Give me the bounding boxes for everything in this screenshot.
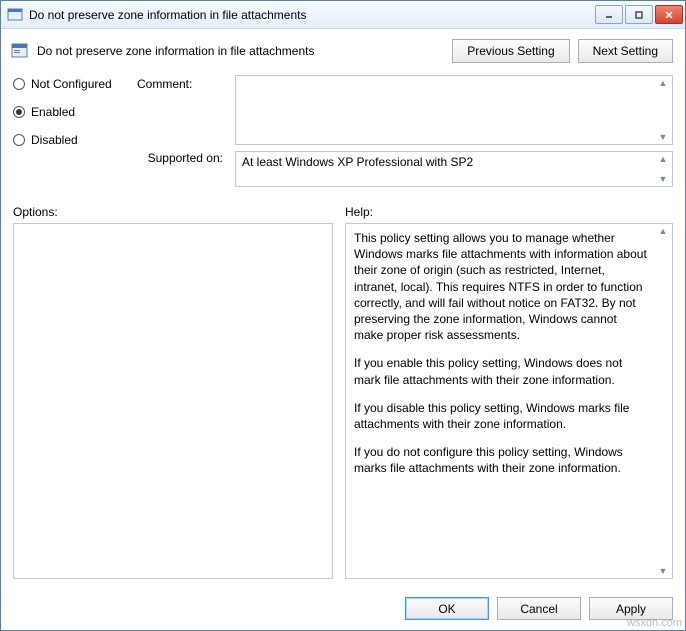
help-paragraph: If you disable this policy setting, Wind… <box>354 400 648 432</box>
maximize-button[interactable] <box>625 5 653 24</box>
policy-icon <box>7 7 23 23</box>
radio-label: Disabled <box>31 133 78 147</box>
scrollbar[interactable]: ▲ ▼ <box>654 76 672 144</box>
next-setting-button[interactable]: Next Setting <box>578 39 673 63</box>
header-row: Do not preserve zone information in file… <box>1 29 685 71</box>
apply-button[interactable]: Apply <box>589 597 673 620</box>
comment-label: Comment: <box>137 75 229 91</box>
main-panes: This policy setting allows you to manage… <box>1 223 685 589</box>
radio-not-configured[interactable]: Not Configured <box>13 77 131 91</box>
dialog-footer: OK Cancel Apply <box>1 589 685 630</box>
state-radio-group: Not Configured Enabled Disabled <box>13 75 131 187</box>
radio-icon <box>13 78 25 90</box>
window-title: Do not preserve zone information in file… <box>29 8 595 22</box>
help-pane: This policy setting allows you to manage… <box>345 223 673 579</box>
section-labels: Options: Help: <box>1 193 685 223</box>
window-controls <box>595 5 683 24</box>
scrollbar[interactable]: ▲ ▼ <box>654 224 672 578</box>
radio-enabled[interactable]: Enabled <box>13 105 131 119</box>
policy-title: Do not preserve zone information in file… <box>37 44 444 58</box>
scroll-up-icon: ▲ <box>654 152 672 166</box>
comment-value <box>236 76 672 80</box>
options-pane <box>13 223 333 579</box>
options-label: Options: <box>13 205 333 219</box>
radio-label: Enabled <box>31 105 75 119</box>
close-button[interactable] <box>655 5 683 24</box>
scroll-down-icon: ▼ <box>654 564 672 578</box>
radio-icon <box>13 134 25 146</box>
config-area: Not Configured Enabled Disabled Comment:… <box>1 71 685 193</box>
radio-disabled[interactable]: Disabled <box>13 133 131 147</box>
minimize-button[interactable] <box>595 5 623 24</box>
supported-on-value-box: At least Windows XP Professional with SP… <box>235 151 673 187</box>
policy-icon <box>11 42 29 60</box>
help-paragraph: If you enable this policy setting, Windo… <box>354 355 648 387</box>
scroll-down-icon: ▼ <box>654 172 672 186</box>
help-label: Help: <box>345 205 673 219</box>
supported-on-value: At least Windows XP Professional with SP… <box>242 155 473 169</box>
titlebar: Do not preserve zone information in file… <box>1 1 685 29</box>
help-paragraph: This policy setting allows you to manage… <box>354 230 648 343</box>
comment-textarea[interactable]: ▲ ▼ <box>235 75 673 145</box>
cancel-button[interactable]: Cancel <box>497 597 581 620</box>
scroll-up-icon: ▲ <box>654 76 672 90</box>
scrollbar[interactable]: ▲ ▼ <box>654 152 672 186</box>
ok-button[interactable]: OK <box>405 597 489 620</box>
radio-label: Not Configured <box>31 77 112 91</box>
policy-editor-window: Do not preserve zone information in file… <box>0 0 686 631</box>
radio-icon <box>13 106 25 118</box>
scroll-up-icon: ▲ <box>654 224 672 238</box>
help-paragraph: If you do not configure this policy sett… <box>354 444 648 476</box>
previous-setting-button[interactable]: Previous Setting <box>452 39 569 63</box>
scroll-down-icon: ▼ <box>654 130 672 144</box>
supported-on-label: Supported on: <box>137 145 229 165</box>
